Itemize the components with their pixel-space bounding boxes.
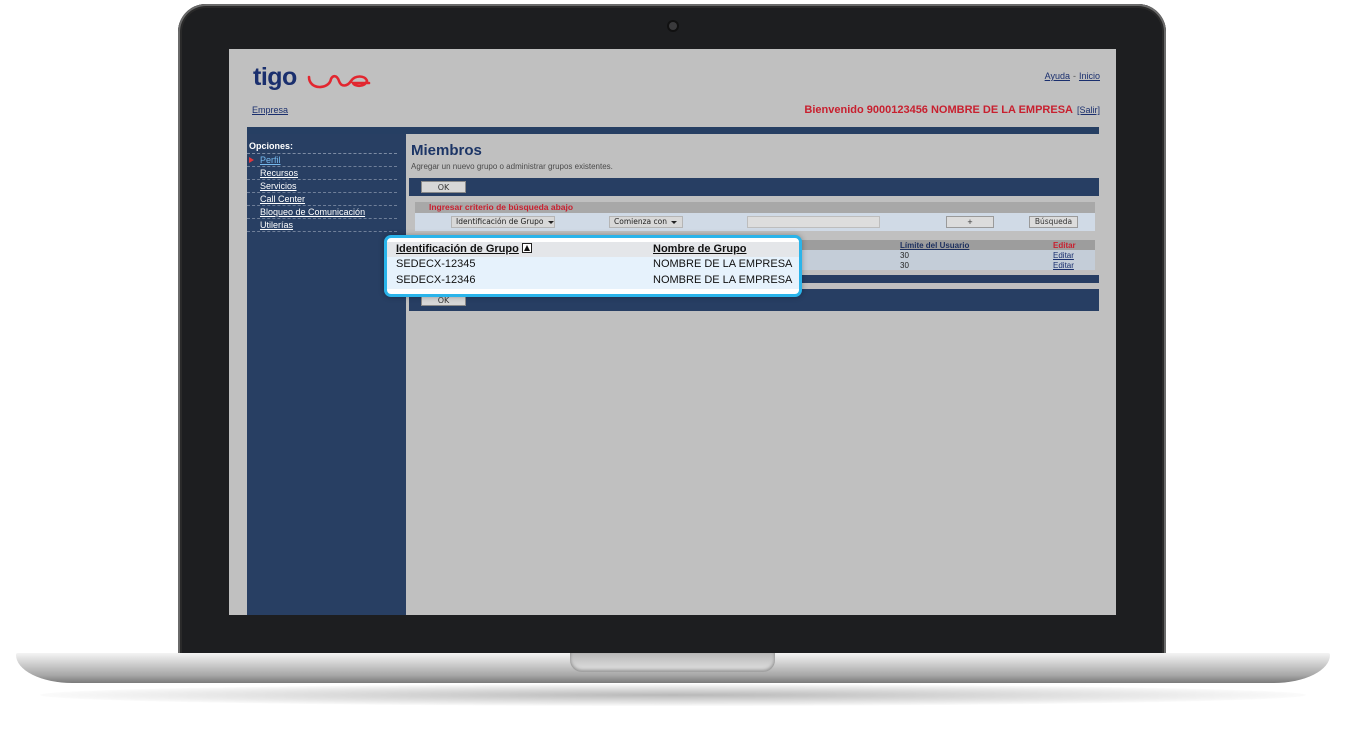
column-edit: Editar bbox=[1053, 241, 1076, 250]
search-mode-select[interactable]: Comienza con bbox=[609, 216, 683, 228]
table-highlight-callout: Identificación de Grupo Nombre de Grupo … bbox=[384, 235, 802, 297]
sidebar-item-label: Call Center bbox=[260, 194, 306, 204]
logo-text: tigo bbox=[253, 63, 297, 91]
sort-ascending-icon[interactable] bbox=[521, 243, 532, 253]
search-field-value: Identificación de Grupo bbox=[456, 217, 544, 226]
callout-table-header: Identificación de Grupo Nombre de Grupo bbox=[387, 242, 799, 257]
table-row[interactable]: SEDECX-12345 NOMBRE DE LA EMPRESA bbox=[387, 257, 799, 273]
sidebar-item-utilerias[interactable]: Utilerías bbox=[247, 219, 397, 232]
search-heading: Ingresar criterio de búsqueda abajo bbox=[415, 202, 1095, 213]
top-links: Ayuda - Inicio bbox=[1045, 71, 1100, 81]
row-group-id: SEDECX-12345 bbox=[396, 258, 476, 270]
sidebar-item-label: Recursos bbox=[260, 168, 299, 178]
laptop-notch bbox=[570, 653, 775, 672]
help-link[interactable]: Ayuda bbox=[1045, 71, 1070, 81]
welcome-text: Bienvenido 9000123456 NOMBRE DE LA EMPRE… bbox=[804, 104, 1073, 116]
header-bar bbox=[247, 127, 1099, 134]
active-arrow-icon bbox=[249, 157, 254, 163]
welcome-message: Bienvenido 9000123456 NOMBRE DE LA EMPRE… bbox=[804, 104, 1100, 116]
row-group-name: NOMBRE DE LA EMPRESA bbox=[653, 274, 793, 286]
sidebar-item-bloqueo[interactable]: Bloqueo de Comunicación bbox=[247, 206, 397, 219]
sidebar-item-label: Servicios bbox=[260, 181, 297, 191]
logout-link[interactable]: [Salir] bbox=[1077, 105, 1100, 115]
search-row: Identificación de Grupo Comienza con + B… bbox=[415, 213, 1095, 231]
top-action-bar: OK bbox=[409, 178, 1099, 196]
page-title: Miembros bbox=[411, 142, 482, 159]
laptop-shadow bbox=[40, 684, 1306, 706]
search-field-select[interactable]: Identificación de Grupo bbox=[451, 216, 555, 228]
link-separator: - bbox=[1072, 71, 1076, 81]
row-user-limit: 30 bbox=[900, 261, 909, 270]
column-user-limit[interactable]: Límite del Usuario bbox=[900, 241, 969, 250]
table-row[interactable]: SEDECX-12346 NOMBRE DE LA EMPRESA bbox=[387, 273, 799, 289]
dropdown-caret-icon bbox=[670, 220, 677, 224]
company-link[interactable]: Empresa bbox=[252, 105, 288, 115]
add-criteria-button[interactable]: + bbox=[946, 216, 994, 228]
sidebar-heading: Opciones: bbox=[247, 134, 397, 154]
search-button[interactable]: Búsqueda bbox=[1029, 216, 1078, 228]
sidebar-item-label: Bloqueo de Comunicación bbox=[260, 207, 366, 217]
edit-link[interactable]: Editar bbox=[1053, 251, 1074, 260]
sidebar-item-recursos[interactable]: Recursos bbox=[247, 167, 397, 180]
row-group-name: NOMBRE DE LA EMPRESA bbox=[653, 258, 793, 270]
row-group-id: SEDECX-12346 bbox=[396, 274, 476, 286]
dropdown-caret-icon bbox=[547, 220, 554, 224]
home-link[interactable]: Inicio bbox=[1079, 71, 1100, 81]
column-group-id[interactable]: Identificación de Grupo bbox=[396, 243, 532, 255]
sidebar-item-call-center[interactable]: Call Center bbox=[247, 193, 397, 206]
sidebar-item-servicios[interactable]: Servicios bbox=[247, 180, 397, 193]
column-group-id-label: Identificación de Grupo bbox=[396, 243, 519, 255]
sidebar-item-label: Utilerías bbox=[260, 220, 294, 230]
une-logo-icon bbox=[307, 74, 371, 89]
search-input[interactable] bbox=[747, 216, 880, 228]
ok-button-top[interactable]: OK bbox=[421, 181, 466, 193]
search-mode-value: Comienza con bbox=[614, 217, 667, 226]
sidebar-item-perfil[interactable]: Perfil bbox=[247, 154, 397, 167]
camera-icon bbox=[669, 22, 677, 30]
edit-link[interactable]: Editar bbox=[1053, 261, 1074, 270]
sidebar: Opciones: Perfil Recursos Servicios Call… bbox=[247, 134, 406, 615]
page-subtitle: Agregar un nuevo grupo o administrar gru… bbox=[411, 162, 613, 171]
app-screen: tigo Ayuda - Inicio Empresa Bienvenido 900… bbox=[229, 49, 1116, 615]
row-user-limit: 30 bbox=[900, 251, 909, 260]
column-group-name[interactable]: Nombre de Grupo bbox=[653, 243, 747, 255]
sidebar-item-label: Perfil bbox=[260, 155, 281, 165]
